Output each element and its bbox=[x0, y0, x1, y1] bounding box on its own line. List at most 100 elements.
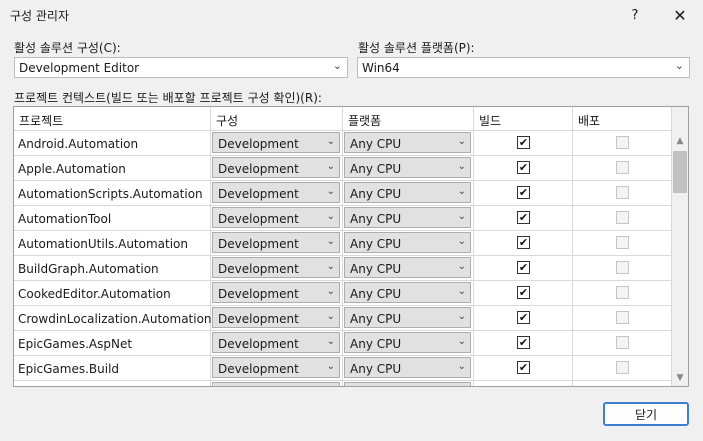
build-checkbox[interactable]: ✔ bbox=[517, 336, 530, 349]
chevron-down-icon: ⌄ bbox=[332, 59, 342, 72]
project-cell[interactable]: AutomationUtils.Automation bbox=[14, 231, 211, 255]
config-value: Development bbox=[218, 212, 299, 226]
build-checkbox[interactable]: ✔ bbox=[517, 261, 530, 274]
build-checkbox[interactable]: ✔ bbox=[517, 311, 530, 324]
deploy-cell bbox=[573, 206, 672, 230]
build-checkbox[interactable]: ✔ bbox=[517, 136, 530, 149]
window-title: 구성 관리자 bbox=[10, 9, 70, 23]
project-name: EpicGames.Build bbox=[18, 362, 120, 376]
project-contexts-label: 프로젝트 컨텍스트(빌드 또는 배포할 프로젝트 구성 확인)(R): bbox=[14, 91, 322, 105]
header-platform[interactable]: 플랫폼 bbox=[343, 107, 474, 130]
platform-dropdown[interactable]: Any CPU ⌄ bbox=[344, 307, 471, 328]
project-cell bbox=[14, 381, 211, 386]
config-value: Development bbox=[218, 337, 299, 351]
config-dropdown[interactable]: Development ⌄ bbox=[212, 207, 340, 228]
header-config[interactable]: 구성 bbox=[211, 107, 343, 130]
deploy-checkbox bbox=[616, 361, 629, 374]
chevron-down-icon: ⌄ bbox=[326, 311, 335, 322]
config-cell: Development ⌄ bbox=[211, 181, 343, 205]
project-cell[interactable]: Android.Automation bbox=[14, 131, 211, 155]
config-value: Development bbox=[218, 312, 299, 326]
project-cell[interactable]: CrowdinLocalization.Automation bbox=[14, 306, 212, 330]
grid-header: 프로젝트 구성 플랫폼 빌드 배포 bbox=[14, 107, 672, 131]
platform-cell: Any CPU ⌄ bbox=[343, 231, 474, 255]
table-row: CrowdinLocalization.Automation Developmen… bbox=[14, 306, 672, 331]
build-checkbox[interactable]: ✔ bbox=[517, 286, 530, 299]
table-row: Apple.Automation Development ⌄ Any CPU ⌄ ✔ bbox=[14, 156, 672, 181]
header-project[interactable]: 프로젝트 bbox=[14, 107, 211, 130]
build-checkbox[interactable]: ✔ bbox=[517, 211, 530, 224]
project-name: BuildGraph.Automation bbox=[18, 262, 159, 276]
config-dropdown[interactable]: Development ⌄ bbox=[212, 157, 340, 178]
deploy-checkbox bbox=[616, 161, 629, 174]
project-cell[interactable]: CookedEditor.Automation bbox=[14, 281, 211, 305]
platform-value: Any CPU bbox=[350, 237, 402, 251]
chevron-down-icon: ⌄ bbox=[457, 161, 466, 172]
platform-dropdown[interactable]: Any CPU ⌄ bbox=[344, 332, 471, 353]
build-checkbox[interactable]: ✔ bbox=[517, 361, 530, 374]
platform-dropdown[interactable]: Any CPU ⌄ bbox=[344, 357, 471, 378]
build-cell bbox=[474, 381, 573, 386]
build-checkbox[interactable]: ✔ bbox=[517, 186, 530, 199]
chevron-down-icon: ⌄ bbox=[326, 336, 335, 347]
build-cell: ✔ bbox=[474, 131, 573, 155]
config-dropdown[interactable]: Development ⌄ bbox=[212, 307, 340, 328]
platform-dropdown[interactable]: Any CPU ⌄ bbox=[344, 232, 471, 253]
build-cell: ✔ bbox=[474, 156, 573, 180]
platform-dropdown[interactable]: Any CPU ⌄ bbox=[344, 132, 471, 153]
scroll-up-icon[interactable]: ▲ bbox=[672, 133, 688, 149]
active-config-dropdown[interactable]: Development Editor ⌄ bbox=[14, 57, 348, 78]
build-checkbox[interactable]: ✔ bbox=[517, 161, 530, 174]
deploy-checkbox bbox=[616, 236, 629, 249]
platform-value: Any CPU bbox=[350, 212, 402, 226]
platform-dropdown[interactable]: Any CPU ⌄ bbox=[344, 207, 471, 228]
build-checkbox[interactable]: ✔ bbox=[517, 236, 530, 249]
chevron-down-icon: ⌄ bbox=[326, 136, 335, 147]
chevron-down-icon: ⌄ bbox=[326, 261, 335, 272]
platform-dropdown[interactable]: Any CPU ⌄ bbox=[344, 157, 471, 178]
project-cell[interactable]: AutomationScripts.Automation bbox=[14, 181, 211, 205]
config-value: Development bbox=[218, 137, 299, 151]
config-dropdown[interactable]: Development ⌄ bbox=[212, 282, 340, 303]
project-name: Apple.Automation bbox=[18, 162, 126, 176]
project-cell[interactable]: EpicGames.AspNet bbox=[14, 331, 211, 355]
scroll-thumb[interactable] bbox=[673, 151, 687, 193]
deploy-checkbox bbox=[616, 136, 629, 149]
chevron-down-icon: ⌄ bbox=[457, 261, 466, 272]
header-build[interactable]: 빌드 bbox=[474, 107, 573, 130]
platform-cell: Any CPU ⌄ bbox=[343, 206, 474, 230]
platform-cell: Any CPU ⌄ bbox=[343, 306, 474, 330]
header-label: 빌드 bbox=[479, 114, 502, 128]
platform-dropdown[interactable]: Any CPU ⌄ bbox=[344, 282, 471, 303]
config-dropdown[interactable]: Development ⌄ bbox=[212, 132, 340, 153]
config-cell: Development ⌄ bbox=[211, 281, 343, 305]
vertical-scrollbar[interactable]: ▲ ▼ bbox=[672, 107, 688, 386]
deploy-checkbox bbox=[616, 311, 629, 324]
project-cell[interactable]: BuildGraph.Automation bbox=[14, 256, 211, 280]
platform-dropdown[interactable]: Any CPU ⌄ bbox=[344, 182, 471, 203]
config-dropdown[interactable]: Development ⌄ bbox=[212, 257, 340, 278]
chevron-down-icon: ⌄ bbox=[457, 311, 466, 322]
close-window-button[interactable]: ✕ bbox=[660, 0, 700, 30]
config-dropdown[interactable]: Development ⌄ bbox=[212, 182, 340, 203]
build-cell: ✔ bbox=[474, 181, 573, 205]
project-cell[interactable]: EpicGames.Build bbox=[14, 356, 211, 380]
config-dropdown[interactable]: Development ⌄ bbox=[212, 332, 340, 353]
deploy-cell bbox=[573, 381, 672, 386]
config-value: Development bbox=[218, 237, 299, 251]
close-button[interactable]: 닫기 bbox=[603, 402, 689, 426]
active-platform-dropdown[interactable]: Win64 ⌄ bbox=[357, 57, 690, 78]
config-cell: Development ⌄ bbox=[211, 156, 343, 180]
table-row: CookedEditor.Automation Development ⌄ Any C… bbox=[14, 281, 672, 306]
header-deploy[interactable]: 배포 bbox=[573, 107, 672, 130]
platform-dropdown[interactable]: Any CPU ⌄ bbox=[344, 257, 471, 278]
deploy-checkbox bbox=[616, 211, 629, 224]
help-button[interactable]: ? bbox=[615, 0, 655, 30]
table-row-partial bbox=[14, 381, 672, 386]
config-dropdown[interactable]: Development ⌄ bbox=[212, 232, 340, 253]
config-dropdown[interactable]: Development ⌄ bbox=[212, 357, 340, 378]
scroll-down-icon[interactable]: ▼ bbox=[672, 370, 688, 386]
project-cell[interactable]: Apple.Automation bbox=[14, 156, 211, 180]
chevron-down-icon: ⌄ bbox=[457, 236, 466, 247]
project-cell[interactable]: AutomationTool bbox=[14, 206, 211, 230]
